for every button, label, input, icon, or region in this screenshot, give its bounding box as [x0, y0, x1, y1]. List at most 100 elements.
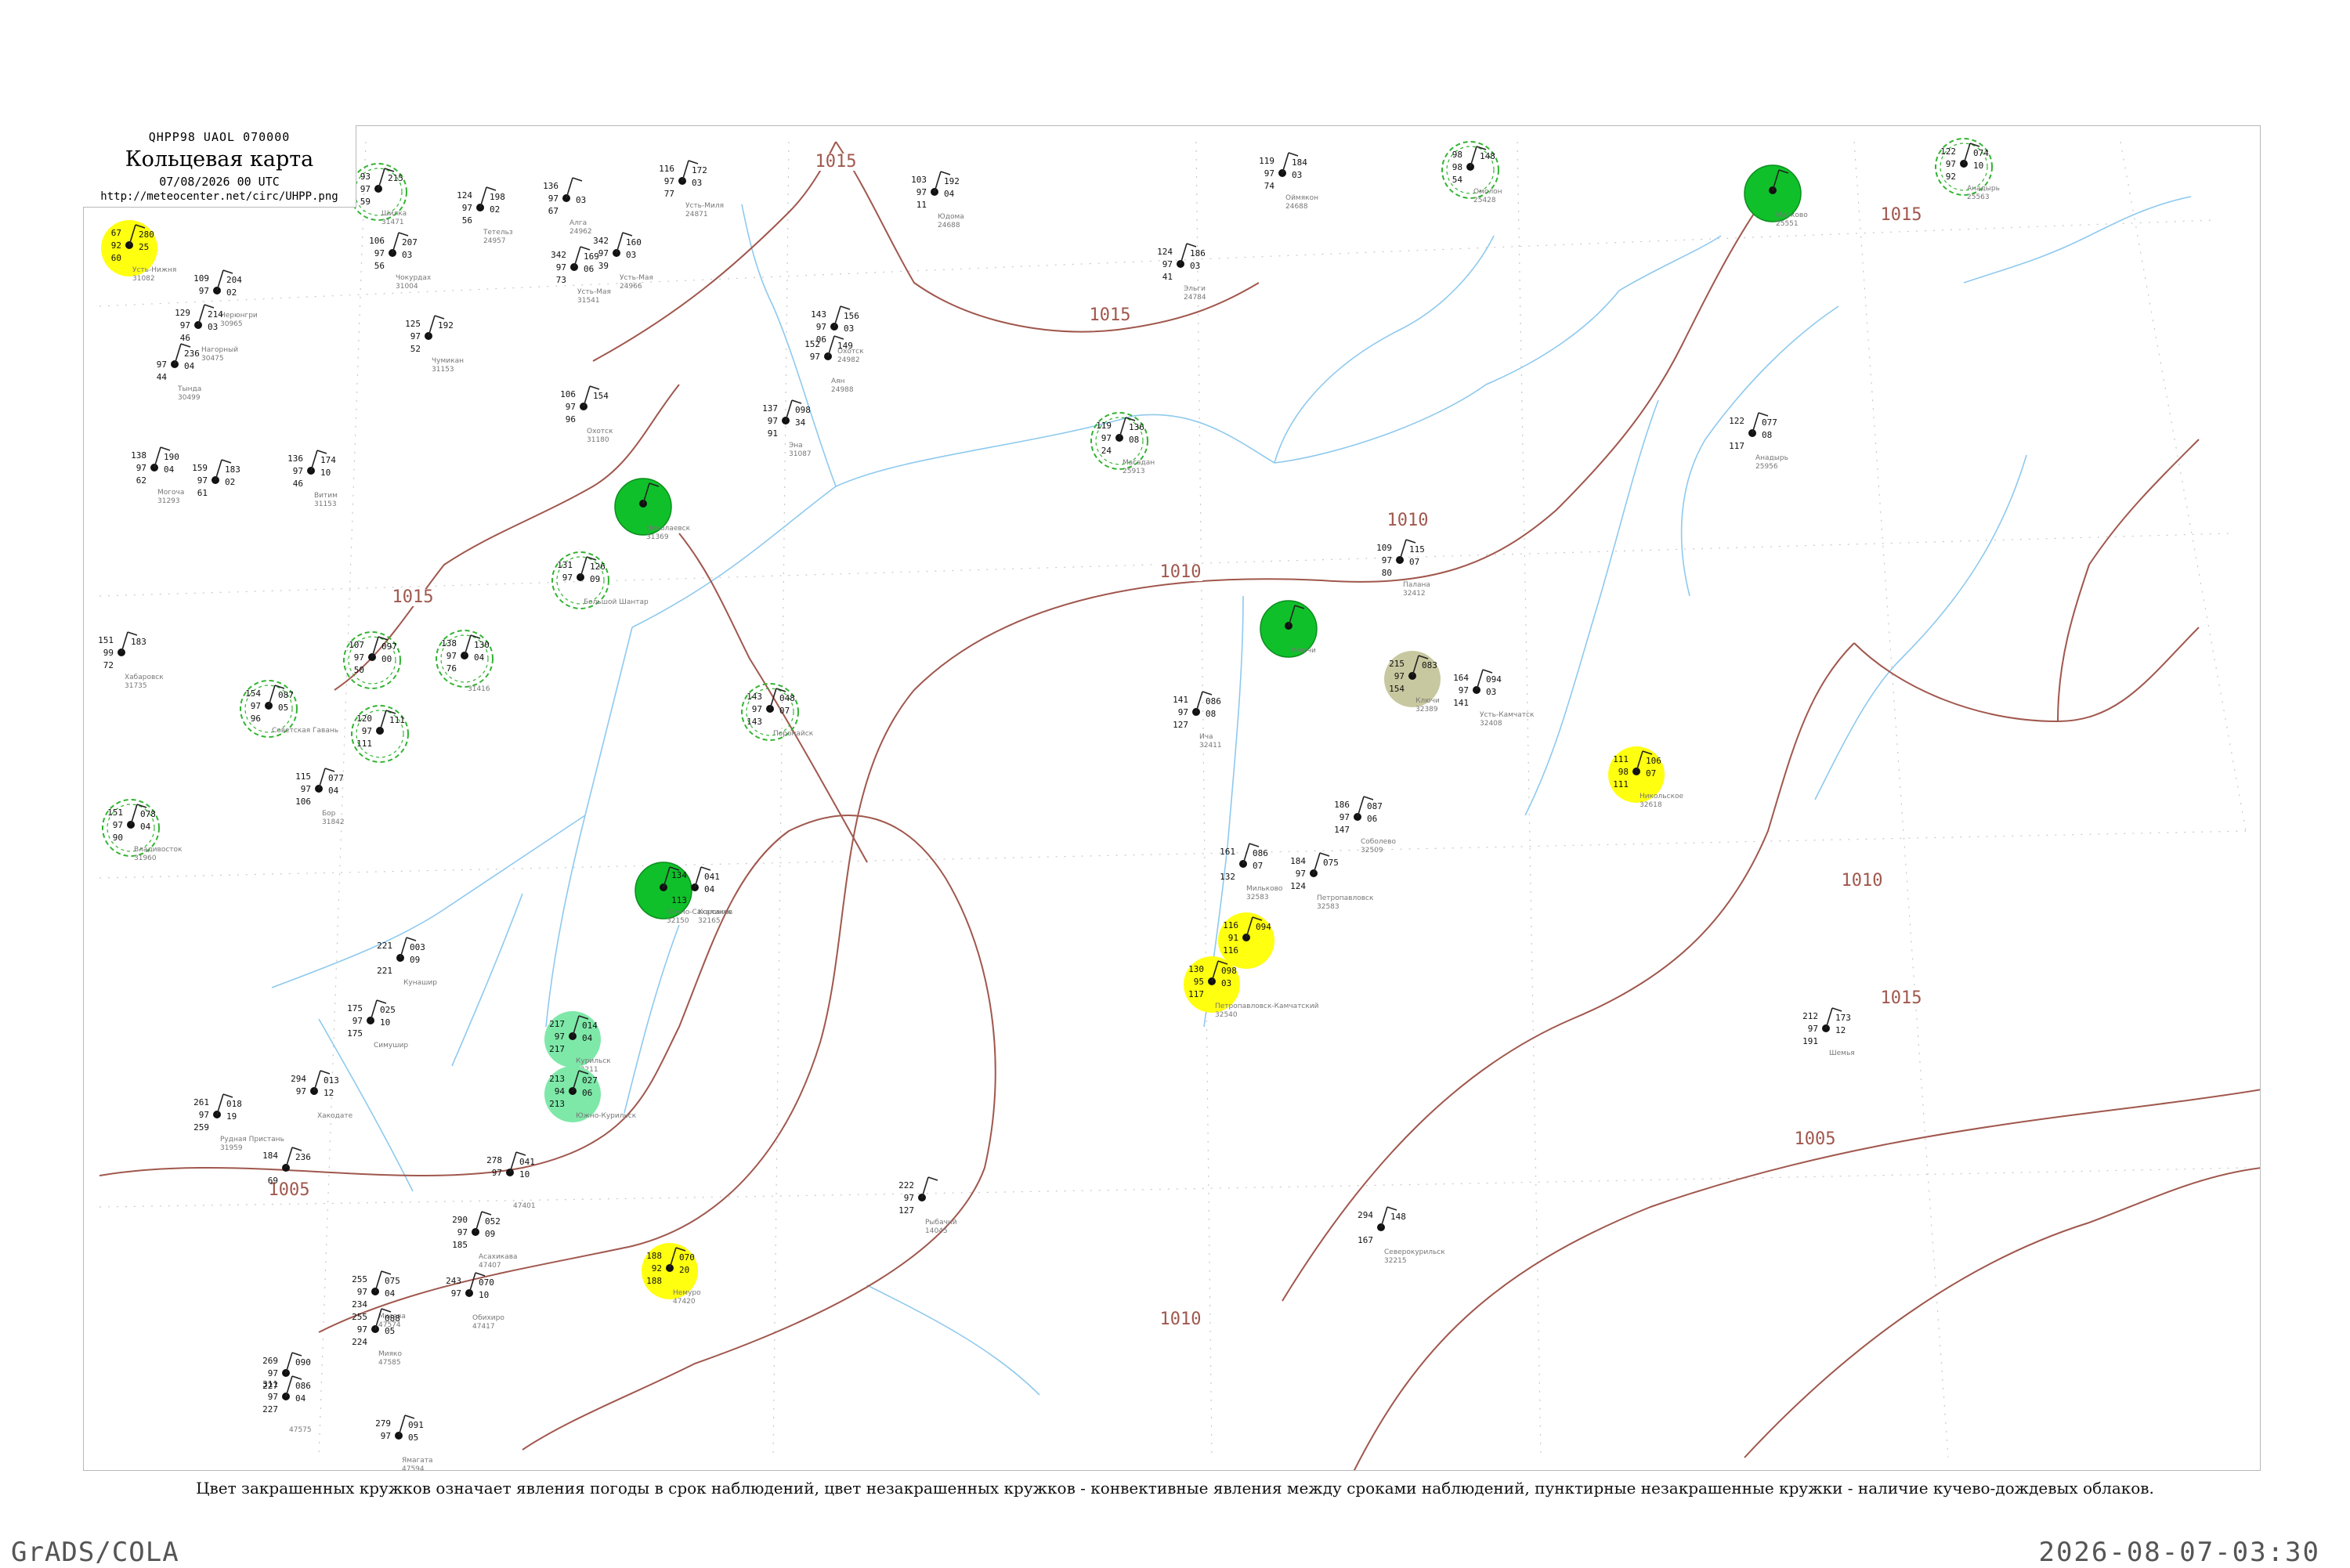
- station-name: Ича: [1199, 733, 1213, 741]
- station-id: 24871: [685, 211, 708, 219]
- wind-barb-feather: [481, 1211, 492, 1216]
- station-28[interactable]: 109 97 80 115 07 Палана32412: [1376, 539, 1430, 598]
- station-35[interactable]: 161 132 086 07 Мильково32583: [1220, 843, 1283, 901]
- station-45[interactable]: 154 97 96 087 05 Советская Гавань: [240, 680, 338, 738]
- visibility-value: 97: [197, 475, 208, 486]
- station-9[interactable]: 122 97 92 074 10 Анадырь25563: [1935, 138, 2000, 201]
- tendency-value: 10: [380, 1017, 390, 1028]
- station-5[interactable]: 103 97 11 192 04 Юдома24688: [911, 171, 964, 229]
- visibility-value: 97: [1946, 159, 1956, 169]
- dewpoint-value: 259: [193, 1122, 209, 1133]
- station-37[interactable]: 116 91 116 094: [1218, 912, 1274, 969]
- station-19[interactable]: 152 97 149 Аян24988: [804, 335, 854, 394]
- station-26[interactable]: Николаевск31369: [614, 478, 691, 541]
- wind-barb-feather: [1363, 796, 1374, 800]
- wind-barb-feather: [127, 631, 138, 636]
- station-55[interactable]: 294 97 013 12 Хакодате: [291, 1070, 353, 1120]
- station-name: Большой Шантар: [584, 598, 649, 606]
- visibility-value: 97: [492, 1168, 502, 1178]
- station-61[interactable]: 243 97 070 10 Обихиро47417: [446, 1272, 504, 1331]
- visibility-value: 97: [374, 248, 385, 258]
- map-url[interactable]: http://meteocenter.net/circ/UHPP.png: [83, 190, 356, 203]
- station-29[interactable]: Ключи: [1260, 600, 1318, 658]
- station-44[interactable]: 143 97 143 048 07 Поронайск: [741, 683, 814, 741]
- temperature-value: 138: [131, 450, 146, 461]
- station-24[interactable]: 159 97 61 183 02: [192, 459, 240, 498]
- wind-barb-icon: [285, 1352, 293, 1374]
- station-58[interactable]: 278 97 041 10 47401: [486, 1151, 536, 1210]
- station-39[interactable]: 212 97 191 173 12 Шемья: [1802, 1007, 1855, 1057]
- station-name: Могоча: [157, 489, 184, 497]
- station-id: 31087: [789, 450, 812, 458]
- station-51[interactable]: 221 221 003 09 Кунашир: [377, 937, 437, 987]
- station-3[interactable]: 136 97 67 03 Алга24962: [543, 177, 592, 236]
- station-1[interactable]: 93 97 59 215 Шилка31471: [349, 163, 407, 226]
- station-40[interactable]: 122 117 077 08 Анадырь25956: [1729, 412, 1788, 471]
- station-7[interactable]: 98 98 54 148 Омолон25428: [1441, 141, 1502, 204]
- station-name: Витим: [314, 492, 338, 500]
- station-25[interactable]: 136 97 46 174 10 Витим31153: [287, 450, 338, 508]
- temperature-value: 106: [369, 236, 385, 246]
- station-62[interactable]: 222 97 127 Рыбачий14045: [898, 1176, 957, 1235]
- station-52[interactable]: 175 97 175 025 10 Симушир: [347, 999, 408, 1050]
- station-67[interactable]: 311 97 227 086 04 47575: [262, 1375, 312, 1434]
- wind-barb-icon: [285, 1375, 293, 1397]
- station-46[interactable]: 120 97 111 111: [351, 705, 409, 763]
- temperature-value: 122: [1940, 146, 1956, 157]
- station-33[interactable]: 111 98 111 106 07 Никольское32618: [1608, 746, 1684, 809]
- station-6[interactable]: 119 97 74 184 03 Оймякон24688: [1259, 152, 1318, 211]
- station-12[interactable]: 342 97 39 160 03 Усть-Мая24966: [593, 232, 653, 291]
- station-60[interactable]: 188 92 188 070 20 Немуро47420: [642, 1243, 701, 1306]
- station-68[interactable]: 279 97 091 05 Ямагата47594: [375, 1414, 433, 1471]
- station-47[interactable]: 115 97 106 077 04 Бор31842: [295, 768, 345, 826]
- wind-barb-feather: [381, 1270, 392, 1275]
- temperature-value: 136: [287, 453, 303, 464]
- station-0[interactable]: 67 92 60 280 25 Усть-Нижня31082: [101, 220, 176, 283]
- station-43[interactable]: 138 97 76 130 04 31416: [436, 630, 494, 693]
- wind-barb-feather: [580, 246, 591, 251]
- station-4[interactable]: 116 97 77 172 03 Усть-Миля24871: [659, 160, 724, 219]
- temperature-value: 129: [175, 308, 190, 318]
- visibility-value: 97: [598, 248, 609, 258]
- dewpoint-value: 92: [1946, 172, 1956, 182]
- dewpoint-value: 56: [374, 261, 385, 271]
- footer-timestamp: 2026-08-07-03:30: [2038, 1537, 2320, 1568]
- station-54[interactable]: 213 94 213 027 06 Южно-Курильск: [544, 1066, 637, 1122]
- wind-barb-feather: [572, 177, 583, 182]
- station-32[interactable]: 141 97 127 086 08 Ича32411: [1173, 691, 1222, 750]
- station-56[interactable]: 261 97 259 018 19 Рудная Пристань31959: [193, 1093, 284, 1152]
- wind-barb-feather: [791, 399, 802, 404]
- station-42[interactable]: 107 97 50 097 00: [343, 631, 401, 689]
- wind-barb-icon: [398, 1414, 406, 1436]
- isobar-label: 1005: [1795, 1129, 1836, 1149]
- station-63[interactable]: 294 167 148 Северокурильск32215: [1358, 1206, 1445, 1265]
- station-65[interactable]: 255 97 224 088 05 Мияко47585: [352, 1308, 402, 1367]
- station-16[interactable]: 125 97 52 192 Чумикан31153: [405, 315, 464, 374]
- station-21[interactable]: 137 97 91 098 34 Эна31087: [762, 399, 812, 458]
- station-10[interactable]: 106 97 56 207 03 Чокурдах31004: [369, 232, 432, 291]
- station-53[interactable]: 2179721701404Курильск32211: [544, 1011, 611, 1074]
- pressure-value: 025: [380, 1005, 396, 1015]
- station-8[interactable]: Марково25551: [1744, 164, 1808, 228]
- station-20[interactable]: 106 97 96 154 Охотск31180: [560, 385, 613, 444]
- station-14[interactable]: 109 97 204 02 Нерюнгри30965: [193, 269, 258, 328]
- map-area[interactable]: 1015 1015 1015 1015 1010 1010 1010 1010 1005 1005…: [83, 125, 2261, 1471]
- station-22[interactable]: 119 97 24 136 08 Магадан25913: [1090, 412, 1155, 475]
- tendency-value: 05: [385, 1326, 395, 1336]
- station-17[interactable]: 97 44 236 04 Тында30499: [157, 343, 201, 402]
- pressure-value: 154: [593, 391, 609, 401]
- station-30[interactable]: 215 97 154 083 Ключи32389: [1384, 651, 1441, 714]
- station-36[interactable]: 184 97 124 075 Петропавловск32583: [1290, 852, 1374, 911]
- dewpoint-value: 11: [916, 200, 927, 210]
- station-41[interactable]: 151 99 72 183 Хабаровск31735: [98, 631, 164, 690]
- station-23[interactable]: 138 97 62 190 04 Могоча31293: [131, 446, 184, 505]
- station-59[interactable]: 290 97 185 052 09 Асахикава47407: [452, 1211, 518, 1270]
- station-34[interactable]: 186 97 147 087 06 Соболево32509: [1334, 796, 1396, 854]
- station-13[interactable]: 124 97 41 186 03 Эльги24784: [1157, 243, 1206, 302]
- station-31[interactable]: 164 97 141 094 03 Усть-Камчатск32408: [1453, 669, 1535, 728]
- wind-barb-feather: [180, 343, 191, 348]
- station-48[interactable]: 151 97 90 078 04 Владивосток31960: [102, 799, 183, 862]
- station-2[interactable]: 124 97 56 198 02 Тетельз24957: [457, 186, 513, 245]
- pressure-value: 094: [1256, 922, 1271, 932]
- station-name: Усть-Мая: [577, 288, 611, 296]
